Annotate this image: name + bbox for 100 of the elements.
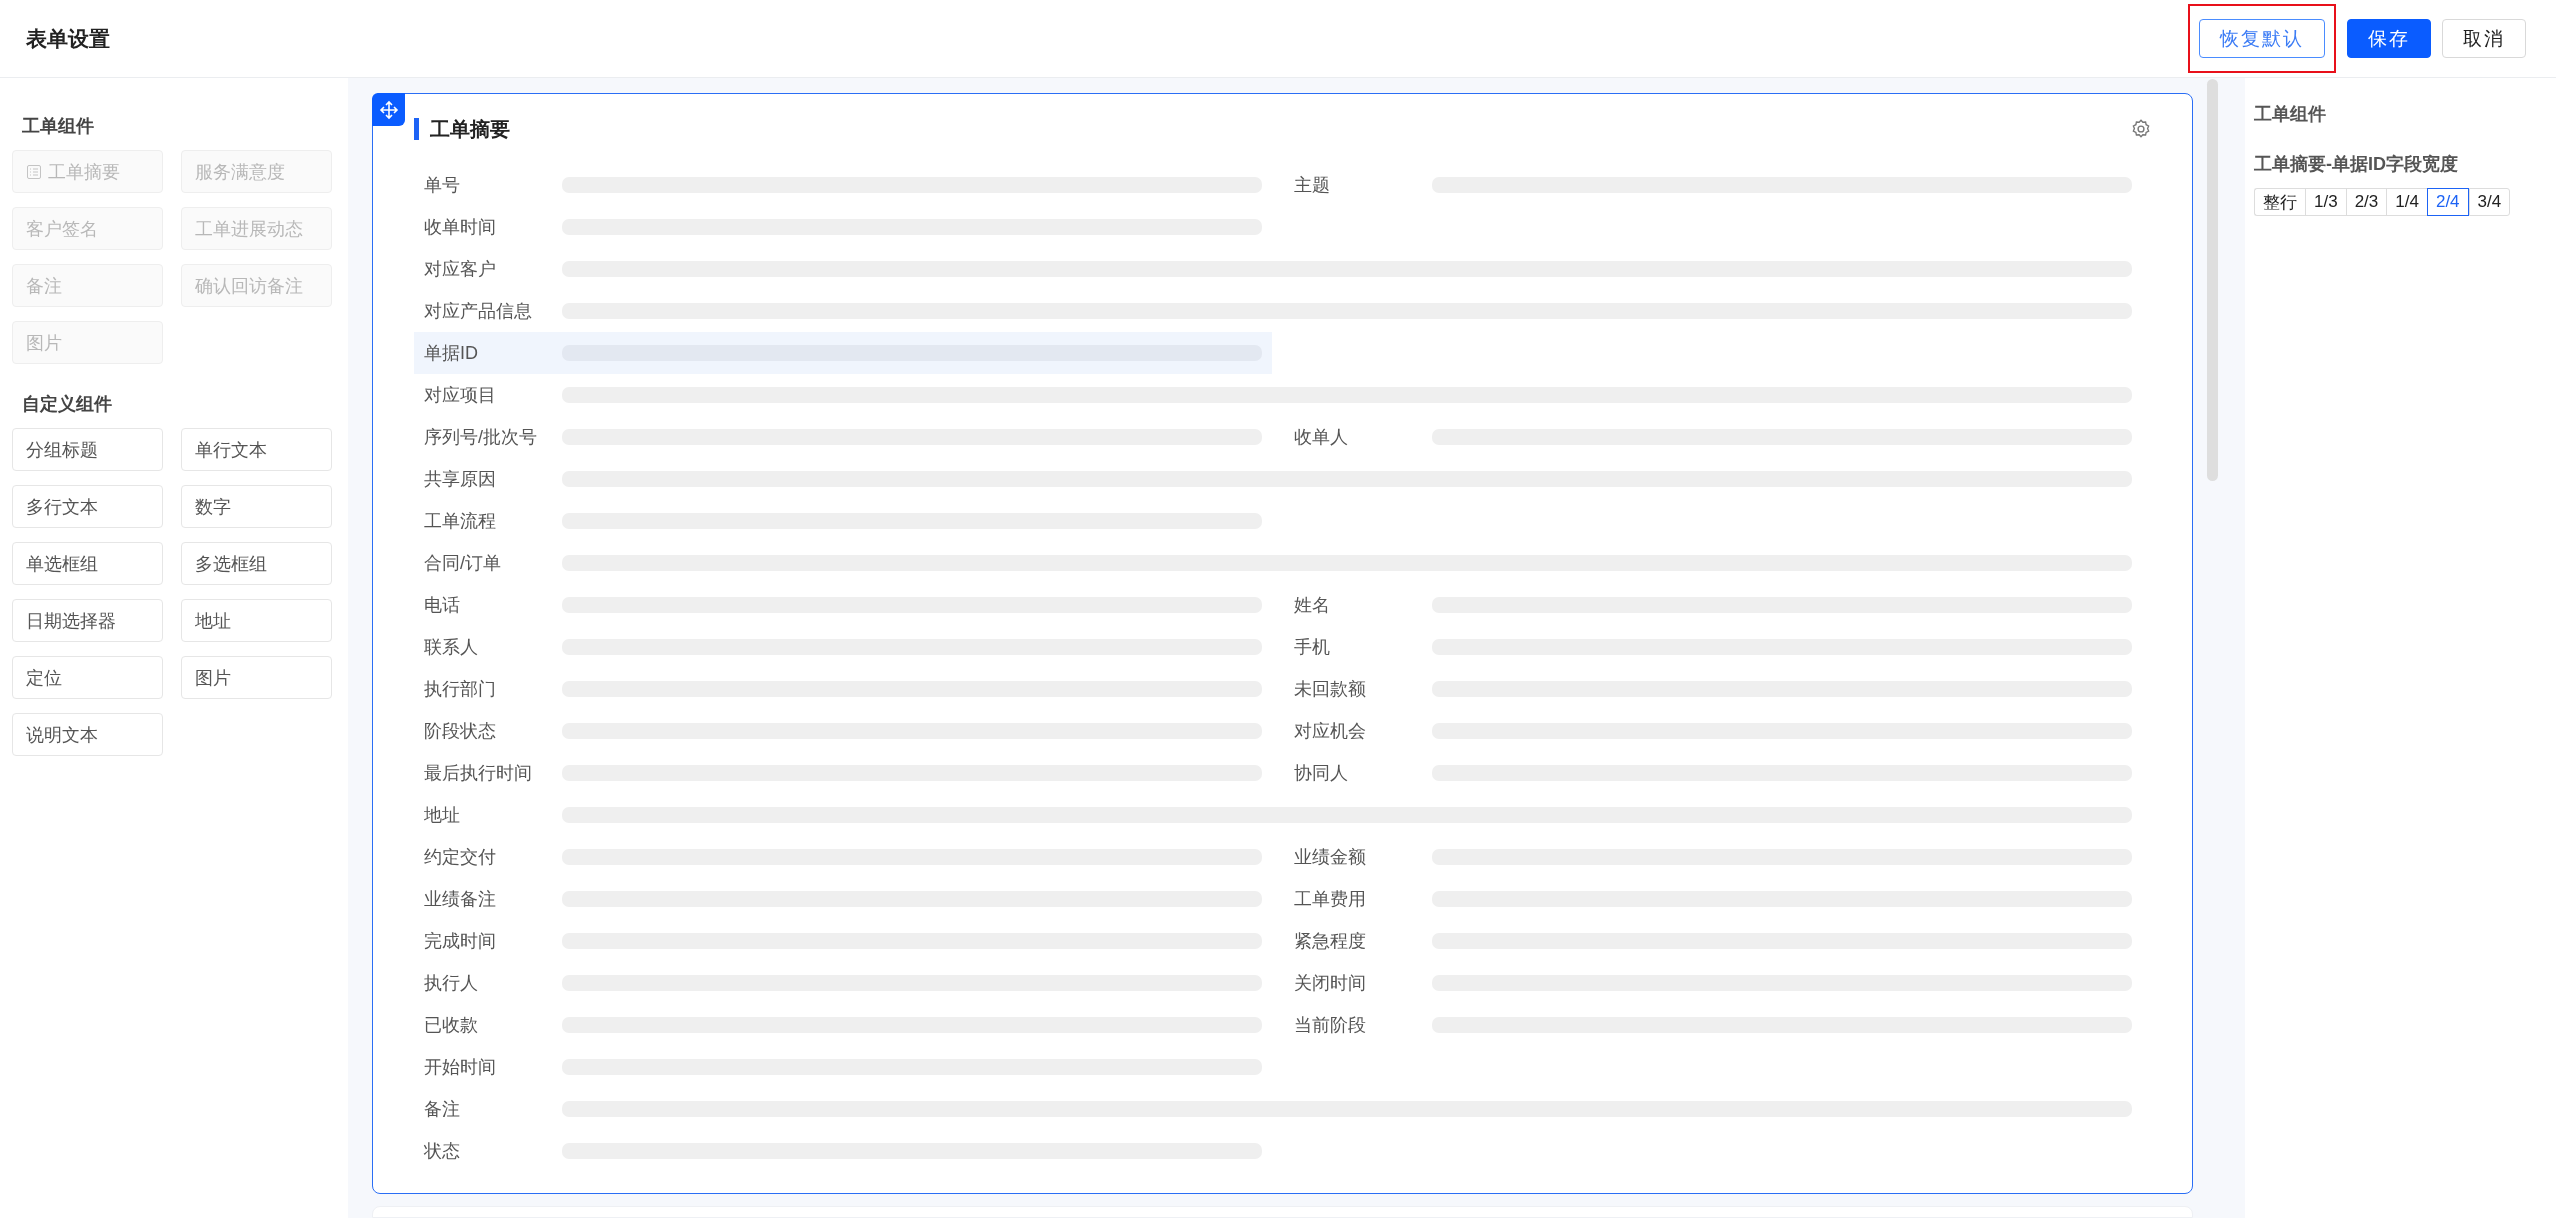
field-label: 收单时间 bbox=[424, 216, 497, 239]
field-row[interactable]: 手机 bbox=[1284, 626, 2142, 668]
field-row[interactable]: 对应项目 bbox=[414, 374, 2142, 416]
field-label: 收单人 bbox=[1294, 426, 1349, 449]
field-label: 完成时间 bbox=[424, 930, 497, 953]
field-label: 主题 bbox=[1294, 174, 1331, 197]
field-label: 状态 bbox=[424, 1140, 461, 1163]
field-row[interactable]: 已收款 bbox=[414, 1004, 1272, 1046]
component-item[interactable]: 说明文本 bbox=[12, 713, 163, 756]
field-label: 阶段状态 bbox=[424, 720, 497, 743]
field-label: 姓名 bbox=[1294, 594, 1331, 617]
field-row[interactable]: 关闭时间 bbox=[1284, 962, 2142, 1004]
field-label: 未回款额 bbox=[1294, 678, 1367, 701]
field-label: 地址 bbox=[424, 804, 461, 827]
component-item[interactable]: 地址 bbox=[181, 599, 332, 642]
field-label: 联系人 bbox=[424, 636, 479, 659]
field-label: 约定交付 bbox=[424, 846, 497, 869]
width-option[interactable]: 2/4 bbox=[2426, 188, 2469, 216]
field-label: 最后执行时间 bbox=[424, 762, 533, 785]
field-label: 单据ID bbox=[424, 342, 479, 365]
field-row[interactable]: 约定交付 bbox=[414, 836, 1272, 878]
width-option[interactable]: 1/4 bbox=[2386, 188, 2427, 216]
field-row[interactable]: 共享原因 bbox=[414, 458, 2142, 500]
field-label: 对应机会 bbox=[1294, 720, 1367, 743]
component-item[interactable]: 定位 bbox=[12, 656, 163, 699]
field-label: 手机 bbox=[1294, 636, 1331, 659]
field-row[interactable]: 姓名 bbox=[1284, 584, 2142, 626]
field-row[interactable]: 完成时间 bbox=[414, 920, 1272, 962]
field-row[interactable]: 业绩金额 bbox=[1284, 836, 2142, 878]
move-icon[interactable] bbox=[372, 93, 405, 126]
field-row[interactable]: 执行人 bbox=[414, 962, 1272, 1004]
field-label: 工单流程 bbox=[424, 510, 497, 533]
save-button[interactable]: 保存 bbox=[2347, 19, 2431, 58]
field-row[interactable]: 序列号/批次号 bbox=[414, 416, 1272, 458]
page-title: 表单设置 bbox=[26, 25, 110, 52]
field-label: 工单费用 bbox=[1294, 888, 1367, 911]
component-item[interactable]: 多行文本 bbox=[12, 485, 163, 528]
field-label: 关闭时间 bbox=[1294, 972, 1367, 995]
field-row[interactable]: 阶段状态 bbox=[414, 710, 1272, 752]
field-row[interactable]: 最后执行时间 bbox=[414, 752, 1272, 794]
field-row[interactable]: 工单费用 bbox=[1284, 878, 2142, 920]
list-icon bbox=[26, 163, 42, 180]
panel-heading: 工单组件 bbox=[2254, 103, 2327, 126]
field-label: 电话 bbox=[424, 594, 461, 617]
field-label: 对应产品信息 bbox=[424, 300, 533, 323]
field-row[interactable]: 协同人 bbox=[1284, 752, 2142, 794]
component-item[interactable]: 分组标题 bbox=[12, 428, 163, 471]
field-row[interactable]: 联系人 bbox=[414, 626, 1272, 668]
component-item[interactable]: 数字 bbox=[181, 485, 332, 528]
field-row[interactable]: 对应机会 bbox=[1284, 710, 2142, 752]
component-item[interactable]: 日期选择器 bbox=[12, 599, 163, 642]
field-row[interactable]: 备注 bbox=[414, 1088, 2142, 1130]
selected-field-row[interactable]: 单据ID bbox=[414, 332, 1272, 374]
action-button[interactable]: 恢复默认 bbox=[2199, 19, 2325, 58]
component-item[interactable]: 多选框组 bbox=[181, 542, 332, 585]
field-row[interactable]: 主题 bbox=[1284, 164, 2142, 206]
field-row[interactable]: 执行部门 bbox=[414, 668, 1272, 710]
field-row[interactable]: 电话 bbox=[414, 584, 1272, 626]
settings-icon[interactable] bbox=[2130, 118, 2152, 140]
card-title: 工单摘要 bbox=[414, 118, 510, 140]
field-row[interactable]: 收单时间 bbox=[414, 206, 1272, 248]
component-item[interactable]: 单行文本 bbox=[181, 428, 332, 471]
field-label: 业绩金额 bbox=[1294, 846, 1367, 869]
field-label: 共享原因 bbox=[424, 468, 497, 491]
field-label: 协同人 bbox=[1294, 762, 1349, 785]
field-row[interactable]: 开始时间 bbox=[414, 1046, 1272, 1088]
group-heading: 自定义组件 bbox=[22, 393, 113, 416]
field-label: 紧急程度 bbox=[1294, 930, 1367, 953]
field-row[interactable]: 未回款额 bbox=[1284, 668, 2142, 710]
field-label: 执行部门 bbox=[424, 678, 497, 701]
field-row[interactable]: 对应客户 bbox=[414, 248, 2142, 290]
field-row[interactable]: 收单人 bbox=[1284, 416, 2142, 458]
field-label: 业绩备注 bbox=[424, 888, 497, 911]
field-row[interactable]: 合同/订单 bbox=[414, 542, 2142, 584]
field-label: 开始时间 bbox=[424, 1056, 497, 1079]
field-row[interactable]: 当前阶段 bbox=[1284, 1004, 2142, 1046]
field-row[interactable]: 地址 bbox=[414, 794, 2142, 836]
field-label: 合同/订单 bbox=[424, 552, 502, 575]
width-option[interactable]: 3/4 bbox=[2468, 188, 2511, 216]
field-row[interactable]: 单号 bbox=[414, 164, 1272, 206]
scrollbar-thumb[interactable] bbox=[2207, 79, 2218, 481]
width-option[interactable]: 1/3 bbox=[2305, 188, 2346, 216]
field-label: 对应客户 bbox=[424, 258, 497, 281]
width-option[interactable]: 整行 bbox=[2254, 188, 2305, 216]
setting-title: 工单摘要-单据ID字段宽度 bbox=[2254, 153, 2459, 176]
field-row[interactable]: 业绩备注 bbox=[414, 878, 1272, 920]
field-label: 已收款 bbox=[424, 1014, 479, 1037]
field-label: 当前阶段 bbox=[1294, 1014, 1367, 1037]
group-heading: 工单组件 bbox=[22, 115, 95, 138]
action-button[interactable]: 取消 bbox=[2442, 19, 2526, 58]
component-item[interactable]: 单选框组 bbox=[12, 542, 163, 585]
field-row[interactable]: 工单流程 bbox=[414, 500, 1272, 542]
field-row[interactable]: 紧急程度 bbox=[1284, 920, 2142, 962]
field-row[interactable]: 状态 bbox=[414, 1130, 1272, 1172]
component-item[interactable]: 图片 bbox=[181, 656, 332, 699]
field-row[interactable]: 对应产品信息 bbox=[414, 290, 2142, 332]
field-label: 对应项目 bbox=[424, 384, 497, 407]
width-option[interactable]: 2/3 bbox=[2345, 188, 2387, 216]
field-label: 备注 bbox=[424, 1098, 461, 1121]
field-label: 执行人 bbox=[424, 972, 479, 995]
